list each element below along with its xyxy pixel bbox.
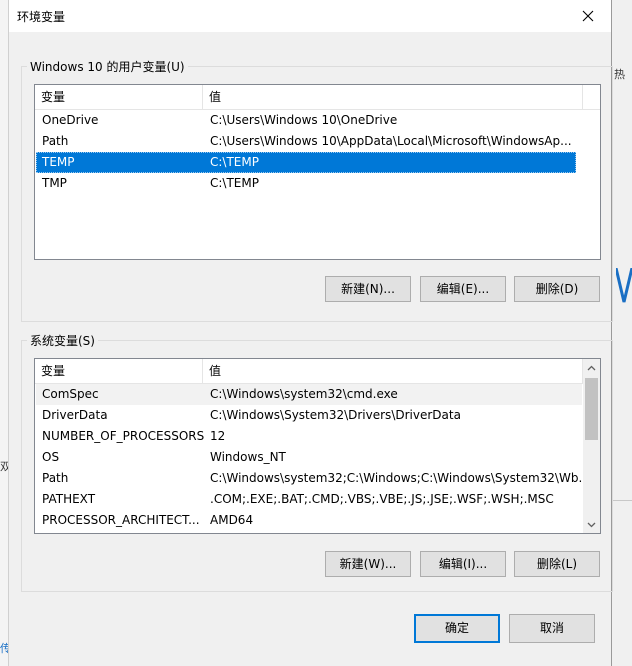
user-variable-row-name: OneDrive [42, 113, 99, 127]
dialog-title: 环境变量 [17, 10, 66, 24]
background-window-left: 双 传 [0, 0, 11, 666]
system-column-value-header[interactable]: 值 [203, 359, 583, 383]
title-bar: 环境变量 [9, 0, 611, 32]
system-list-header: 变量 值 [35, 359, 583, 384]
system-variable-row[interactable]: PATHEXT .COM;.EXE;.BAT;.CMD;.VBS;.VBE;.JS… [36, 489, 582, 510]
user-new-button[interactable]: 新建(N)... [325, 276, 411, 302]
user-variables-label: Windows 10 的用户变量(U) [27, 58, 188, 75]
system-column-name-header[interactable]: 变量 [35, 359, 203, 383]
background-logo-fragment [616, 268, 632, 303]
system-variables-label: 系统变量(S) [27, 332, 98, 349]
system-variable-row-value: 12 [210, 429, 226, 443]
background-window-right: 热 [612, 0, 632, 666]
system-variable-row-name: PROCESSOR_ARCHITECT... [42, 513, 200, 527]
system-variable-row-value: Windows_NT [210, 450, 286, 464]
system-variable-row[interactable]: NUMBER_OF_PROCESSORS 12 [36, 426, 582, 447]
system-variable-row[interactable]: ComSpec C:\Windows\system32\cmd.exe [36, 384, 582, 405]
user-column-name-header[interactable]: 变量 [35, 85, 203, 109]
user-list-header: 变量 值 [35, 85, 600, 110]
close-button[interactable] [565, 0, 611, 32]
system-variables-list[interactable]: 变量 值 ComSpec C:\Windows\system32\cmd.exe D… [34, 358, 601, 534]
user-variable-row-name: Path [42, 134, 69, 148]
system-variable-row-name: PATHEXT [42, 492, 96, 506]
system-variable-row-name: ComSpec [42, 387, 99, 401]
system-variable-row[interactable]: DriverData C:\Windows\System32\Drivers\Dr… [36, 405, 582, 426]
ok-button[interactable]: 确定 [414, 614, 500, 643]
system-variable-row-name: NUMBER_OF_PROCESSORS [42, 429, 204, 443]
close-icon [582, 10, 594, 22]
user-edit-button[interactable]: 编辑(E)... [420, 276, 506, 302]
system-edit-button[interactable]: 编辑(I)... [420, 551, 506, 577]
chevron-down-icon [587, 522, 596, 527]
system-variable-row[interactable]: Path C:\Windows\system32;C:\Windows;C:\Wi… [36, 468, 582, 489]
scroll-down-button[interactable] [583, 516, 600, 533]
system-variable-row-value: C:\Windows\System32\Drivers\DriverData [210, 408, 461, 422]
system-variable-row-value: C:\Windows\system32\cmd.exe [210, 387, 398, 401]
background-glyph-right: 热 [614, 68, 625, 81]
user-variables-list[interactable]: 变量 值 OneDrive C:\Users\Windows 10\OneDriv… [34, 84, 601, 260]
chevron-up-icon [587, 365, 596, 370]
system-delete-button[interactable]: 删除(L) [514, 551, 600, 577]
system-variable-row-value: AMD64 [210, 513, 254, 527]
user-column-value-header[interactable]: 值 [203, 85, 583, 109]
system-list-scrollbar[interactable] [583, 359, 600, 533]
system-variable-row-name: Path [42, 471, 69, 485]
scroll-thumb[interactable] [585, 378, 598, 440]
system-variable-row-name: DriverData [42, 408, 108, 422]
environment-variables-dialog: 环境变量 Windows 10 的用户变量(U) 变量 值 OneDrive C:… [8, 0, 613, 666]
system-new-button[interactable]: 新建(W)... [325, 551, 411, 577]
cancel-button[interactable]: 取消 [509, 614, 595, 643]
user-delete-button[interactable]: 删除(D) [514, 276, 600, 302]
user-variable-row-name: TEMP [42, 155, 75, 169]
user-variable-row[interactable]: OneDrive C:\Users\Windows 10\OneDrive [36, 110, 576, 131]
system-variable-row-value: C:\Windows\system32;C:\Windows;C:\Window… [210, 471, 582, 485]
user-variable-row-value: C:\Users\Windows 10\OneDrive [210, 113, 398, 127]
system-variable-row[interactable]: OS Windows_NT [36, 447, 582, 468]
user-variable-row[interactable]: TEMP C:\TEMP [36, 152, 576, 173]
user-variable-row-value: C:\Users\Windows 10\AppData\Local\Micros… [210, 134, 572, 148]
user-variable-row-value: C:\TEMP [210, 176, 259, 190]
system-variable-row-name: OS [42, 450, 60, 464]
system-variable-row[interactable]: PROCESSOR_ARCHITECT... AMD64 [36, 510, 582, 531]
scroll-up-button[interactable] [583, 359, 600, 376]
user-variable-row-value: C:\TEMP [210, 155, 259, 169]
user-variable-row-name: TMP [42, 176, 67, 190]
system-variable-row-value: .COM;.EXE;.BAT;.CMD;.VBS;.VBE;.JS;.JSE;.… [210, 492, 554, 506]
user-variable-row[interactable]: TMP C:\TEMP [36, 173, 576, 194]
user-variable-row[interactable]: Path C:\Users\Windows 10\AppData\Local\Mi… [36, 131, 576, 152]
